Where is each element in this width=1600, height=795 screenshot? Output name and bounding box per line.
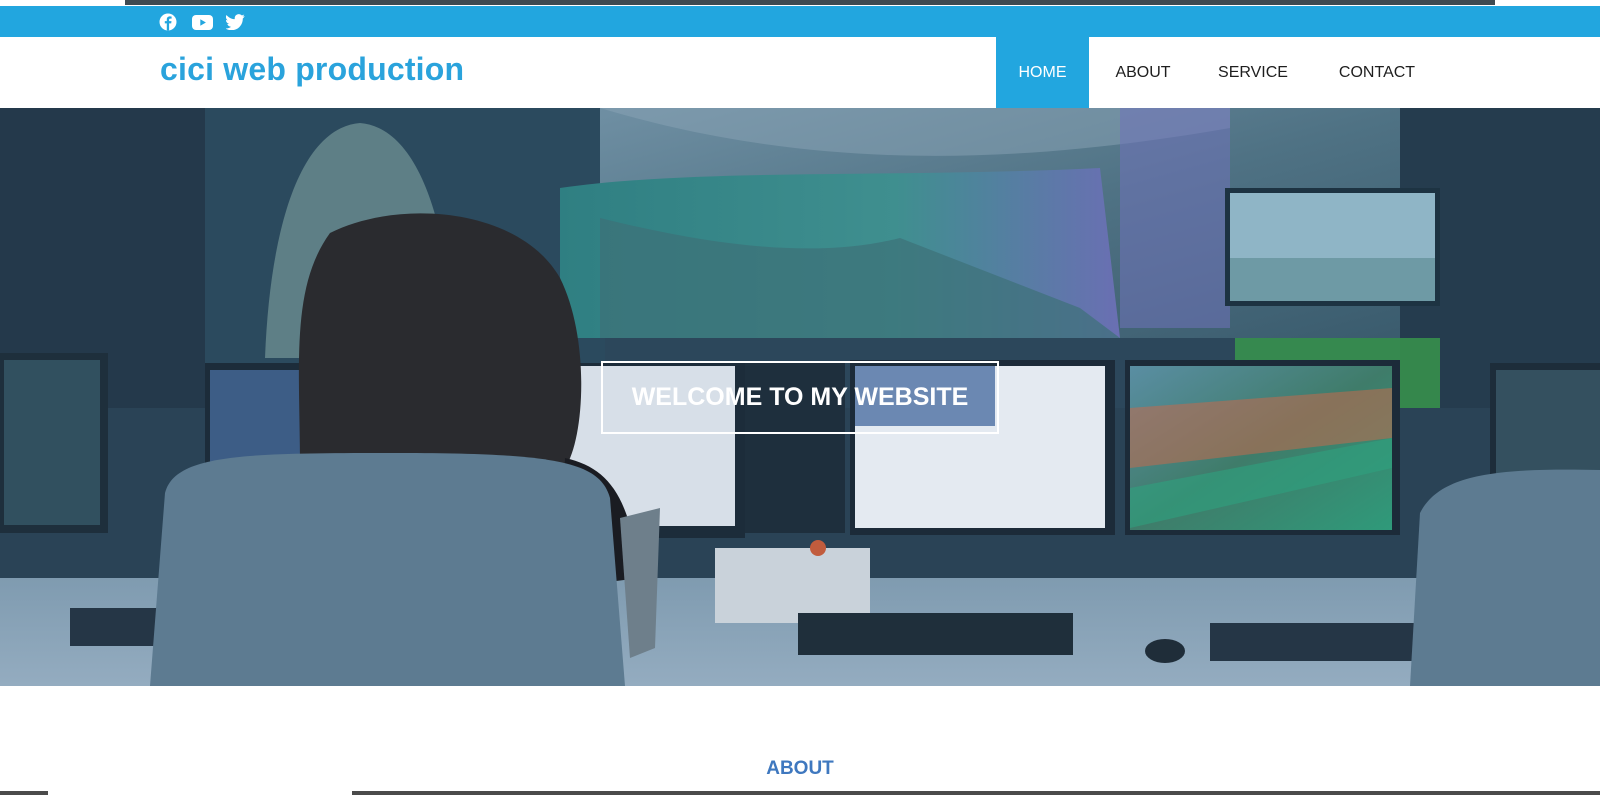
facebook-icon[interactable] [158,12,178,32]
site-header: cici web production HOME ABOUT SERVICE C… [0,37,1600,108]
site-logo-text[interactable]: cici web production [160,51,464,88]
nav-contact[interactable]: CONTACT [1309,37,1445,108]
about-section-heading: ABOUT [766,758,834,779]
nav-service[interactable]: SERVICE [1197,37,1309,108]
window-top-bar [125,0,1495,5]
nav-home[interactable]: HOME [996,37,1089,108]
nav-about[interactable]: ABOUT [1089,37,1197,108]
social-bar [0,6,1600,37]
welcome-banner: WELCOME TO MY WEBSITE [601,361,999,434]
hero-banner: WELCOME TO MY WEBSITE [0,108,1600,686]
bottom-divider-right [352,791,1600,795]
main-nav: HOME ABOUT SERVICE CONTACT [996,37,1445,108]
bottom-divider-left [0,791,48,795]
youtube-icon[interactable] [191,12,213,32]
twitter-icon[interactable] [225,12,245,32]
